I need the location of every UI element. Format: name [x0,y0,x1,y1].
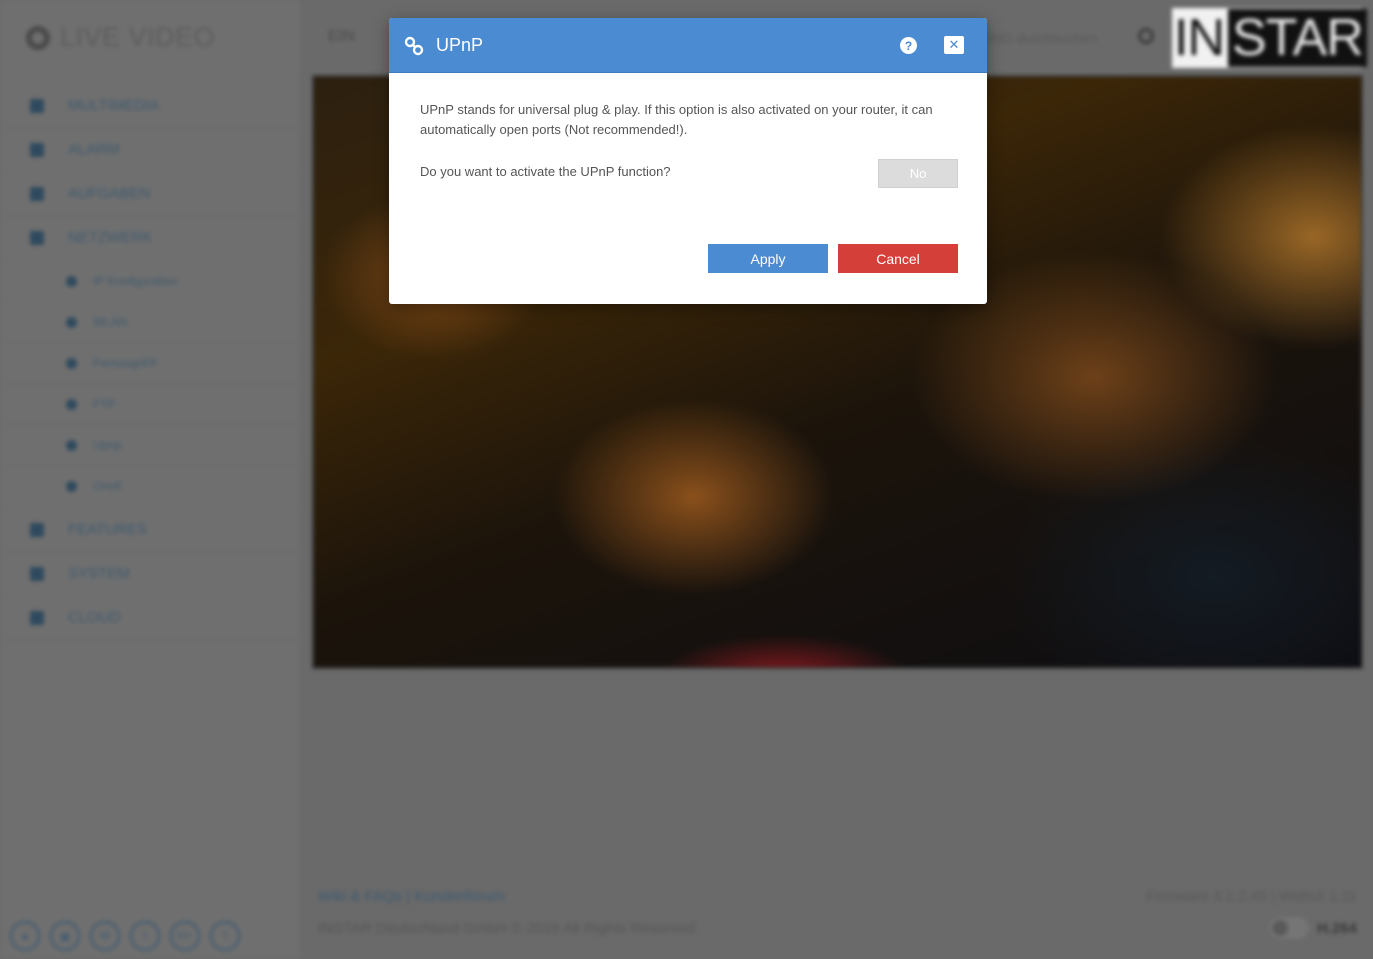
instar-social-icon[interactable]: ▲ [10,921,40,951]
upnp-dialog: UPnP ? ✕ UPnP stands for universal plug … [389,18,987,304]
twitter-icon[interactable]: t [130,921,160,951]
sidebar-item-label: SYSTEM [68,565,130,582]
sidebar-item-netzwerk[interactable]: NETZWERK [0,216,300,260]
sidebar-item-aufgaben[interactable]: AUFGABEN [0,172,300,216]
sidebar-item-label: ALARM [68,141,120,158]
calendar-icon [30,186,44,201]
upnp-toggle-button[interactable]: No [878,159,958,188]
close-icon[interactable]: ✕ [944,36,964,54]
wifi-icon [66,316,77,328]
brand[interactable]: LIVE VIDEO [26,22,215,53]
bell-icon [30,142,44,157]
sidebar: LIVE VIDEO MULTIMEDIA ALARM AUFGABEN NET… [0,0,300,959]
remote-icon [66,357,77,369]
logo-text-in: IN [1174,9,1225,67]
cancel-button[interactable]: Cancel [838,244,958,273]
gear-icon [30,566,44,581]
sidebar-item-label: CLOUD [68,609,121,626]
dialog-description: UPnP stands for universal plug & play. I… [420,102,933,137]
star-icon [30,522,44,537]
sidebar-item-features[interactable]: FEATURES [0,508,300,552]
codec-label: H.264 [1316,920,1357,937]
setup-menu[interactable]: EIN [328,28,355,46]
footer-links[interactable]: Wiki & FAQs | Kundenforum [318,888,504,905]
sidebar-subitem-upnp[interactable]: Upnp [0,425,300,466]
onvif-icon [66,480,77,492]
cloud-icon [30,610,44,625]
link-icon [404,36,424,56]
brand-label: LIVE VIDEO [60,22,216,52]
sidebar-subitem-ftp[interactable]: FTP [0,384,300,425]
footer-copyright: INSTAR Deutschland GmbH © 2016 All Right… [318,920,695,937]
youtube-icon[interactable]: ▣ [50,921,80,951]
dialog-title: UPnP [436,35,484,55]
sidebar-item-label: FEATURES [68,521,147,538]
sidebar-item-label: AUFGABEN [68,185,151,202]
facebook-icon[interactable]: f [210,921,240,951]
codec-toggle[interactable] [1269,917,1309,939]
sidebar-subitem-ip-konfiguration[interactable]: IP Konfiguration [0,261,300,302]
sidebar-subitem-onvif[interactable]: Onvif [0,466,300,507]
sidebar-subitem-wlan[interactable]: WLAN [0,302,300,343]
sidebar-item-label: MULTIMEDIA [68,97,160,114]
network-icon [30,230,44,245]
instar-logo: IN STAR [1172,8,1367,68]
sidebar-item-system[interactable]: SYSTEM [0,552,300,596]
sidebar-item-multimedia[interactable]: MULTIMEDIA [0,84,300,128]
sidebar-subitem-label: Upnp [93,438,122,452]
dialog-header: UPnP ? ✕ [389,18,987,73]
upnp-question-label: Do you want to activate the UPnP functio… [420,164,671,179]
google-plus-icon[interactable]: G+ [170,921,200,951]
logo-text-star: STAR [1228,9,1367,67]
apply-button[interactable]: Apply [708,244,828,273]
live-video-icon [26,25,50,50]
sidebar-subitem-label: Onvif [93,479,122,493]
image-icon [30,98,44,113]
sidebar-subitem-label: IP Konfiguration [93,274,179,288]
sidebar-subitem-fernzugriff[interactable]: FernzugriFF [0,343,300,384]
user-icon [66,398,77,410]
link-icon [66,439,77,451]
globe-icon [66,275,77,287]
firmware-version: Firmware 3.1.2.45 | WebUI 1.11 [1146,888,1357,905]
sidebar-item-label: NETZWERK [68,229,153,246]
sidebar-subitem-label: WLAN [93,315,128,329]
help-icon[interactable]: ? [900,37,917,54]
sidebar-item-cloud[interactable]: CLOUD [0,596,300,640]
sidebar-item-alarm[interactable]: ALARM [0,128,300,172]
sidebar-subitem-label: FernzugriFF [93,356,159,370]
social-links: ▲ ▣ W t G+ f [10,921,240,951]
search-input[interactable]: INO durchsuchen [988,30,1097,46]
wiki-icon[interactable]: W [90,921,120,951]
search-icon[interactable] [1138,28,1154,44]
sidebar-subitem-label: FTP [93,397,116,411]
